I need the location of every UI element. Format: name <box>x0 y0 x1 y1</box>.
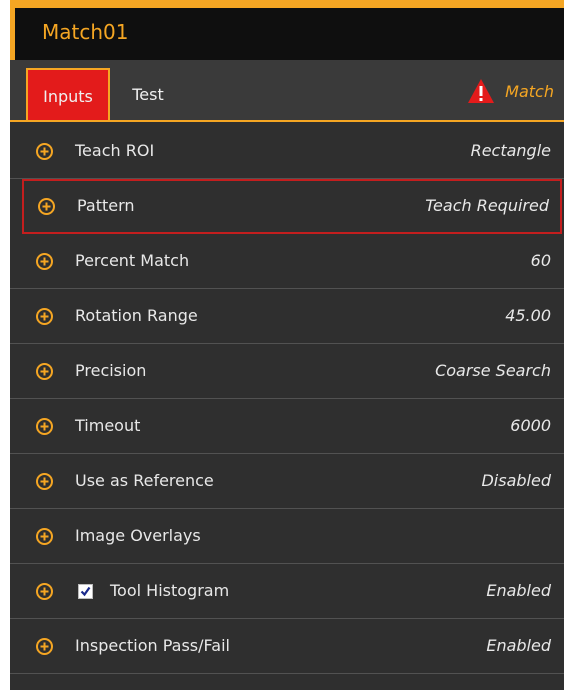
title-accent <box>10 8 15 60</box>
expand-plus-icon[interactable] <box>36 308 53 325</box>
row-rotation-range[interactable]: Rotation Range 45.00 <box>10 289 564 344</box>
top-accent-bar <box>10 0 564 8</box>
histogram-checkbox[interactable] <box>78 584 93 599</box>
row-value: 45.00 <box>505 306 551 325</box>
row-label: Inspection Pass/Fail <box>75 636 230 655</box>
row-value: Coarse Search <box>435 361 551 380</box>
row-label: Use as Reference <box>75 471 214 490</box>
tab-inputs[interactable]: Inputs <box>26 68 110 122</box>
row-pattern[interactable]: Pattern Teach Required <box>22 179 562 234</box>
checkmark-icon <box>80 586 91 597</box>
row-value: Enabled <box>486 581 551 600</box>
row-value: Disabled <box>481 471 551 490</box>
row-timeout[interactable]: Timeout 6000 <box>10 399 564 454</box>
expand-plus-icon[interactable] <box>36 418 53 435</box>
row-label: Precision <box>75 361 147 380</box>
row-label: Rotation Range <box>75 306 198 325</box>
row-label: Pattern <box>77 196 135 215</box>
expand-plus-icon[interactable] <box>38 198 55 215</box>
tab-test[interactable]: Test <box>120 68 176 122</box>
expand-plus-icon[interactable] <box>36 638 53 655</box>
expand-plus-icon[interactable] <box>36 363 53 380</box>
row-label: Teach ROI <box>75 141 155 160</box>
expand-plus-icon[interactable] <box>36 253 53 270</box>
title-bar: Match01 <box>10 8 564 60</box>
tab-bar: Inputs Test Match <box>10 60 564 122</box>
row-label: Image Overlays <box>75 526 201 545</box>
tool-title: Match01 <box>42 20 129 44</box>
row-use-as-reference[interactable]: Use as Reference Disabled <box>10 454 564 509</box>
tool-panel: Match01 Inputs Test Match Teach ROI Rect… <box>10 0 564 690</box>
row-inspection-pass-fail[interactable]: Inspection Pass/Fail Enabled <box>10 619 564 674</box>
row-label: Tool Histogram <box>110 581 230 600</box>
expand-plus-icon[interactable] <box>36 143 53 160</box>
row-label: Percent Match <box>75 251 190 270</box>
row-label: Timeout <box>75 416 141 435</box>
expand-plus-icon[interactable] <box>36 528 53 545</box>
status-label: Match <box>505 81 554 101</box>
row-tool-histogram[interactable]: Tool Histogram Enabled <box>10 564 564 619</box>
row-value: Teach Required <box>425 196 549 215</box>
tab-underline <box>10 120 564 122</box>
row-value: 60 <box>530 251 551 270</box>
property-list: Teach ROI Rectangle Pattern Teach Requir… <box>10 124 564 674</box>
row-percent-match[interactable]: Percent Match 60 <box>10 234 564 289</box>
row-image-overlays[interactable]: Image Overlays <box>10 509 564 564</box>
row-teach-roi[interactable]: Teach ROI Rectangle <box>10 124 564 179</box>
expand-plus-icon[interactable] <box>36 583 53 600</box>
row-value: 6000 <box>510 416 551 435</box>
row-precision[interactable]: Precision Coarse Search <box>10 344 564 399</box>
expand-plus-icon[interactable] <box>36 473 53 490</box>
match-status: Match <box>467 76 554 106</box>
warning-icon <box>468 79 495 103</box>
row-value: Rectangle <box>470 141 551 160</box>
row-value: Enabled <box>486 636 551 655</box>
